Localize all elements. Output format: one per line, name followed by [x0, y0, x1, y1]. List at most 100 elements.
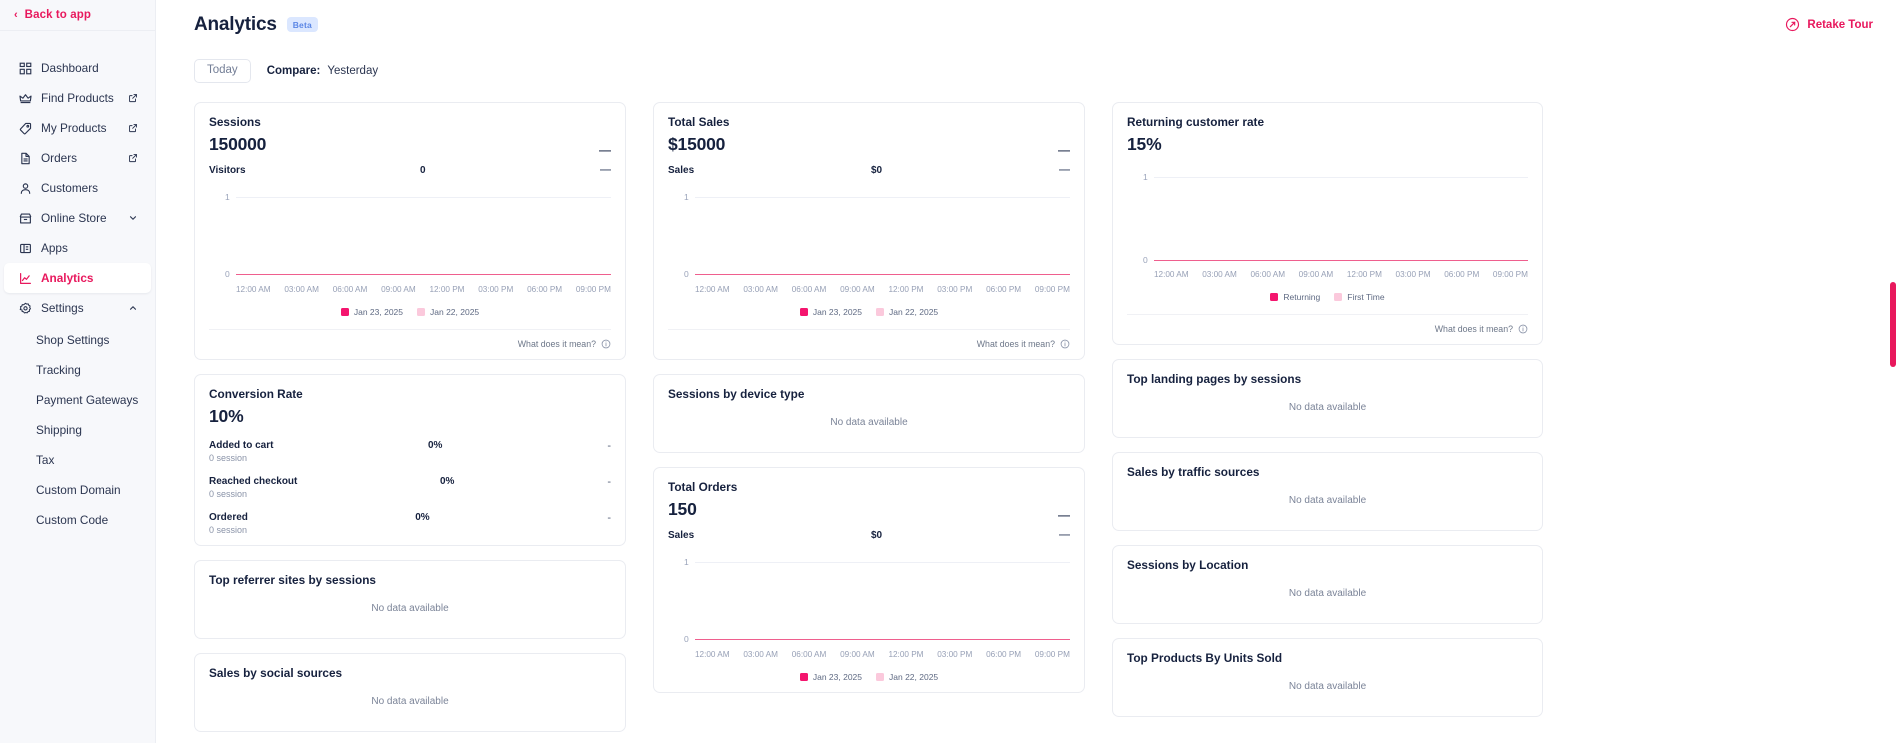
column-left: Sessions 150000 — Visitors 0 — 1 0 12:00… [194, 102, 626, 732]
external-link-icon[interactable] [127, 152, 139, 164]
x-tick: 03:00 PM [937, 285, 973, 294]
sidebar-item-label: Analytics [41, 271, 94, 285]
chevron-down-icon[interactable] [127, 212, 139, 224]
column-right: Returning customer rate 15% 1 0 12:00 AM… [1112, 102, 1543, 717]
legend-swatch [876, 673, 884, 681]
legend-item[interactable]: Jan 23, 2025 [799, 672, 862, 682]
sidebar-item-dashboard[interactable]: Dashboard [4, 53, 151, 83]
sidebar-item-online-store[interactable]: Online Store [4, 203, 151, 233]
y-tick-bottom: 0 [684, 634, 689, 644]
card-total-sales: Total Sales $15000 — Sales $0 — 1 0 12:0… [653, 102, 1085, 360]
sidebar-item-apps[interactable]: Apps [4, 233, 151, 263]
legend-label: Jan 22, 2025 [889, 672, 939, 682]
card-returning-customer-rate: Returning customer rate 15% 1 0 12:00 AM… [1112, 102, 1543, 345]
info-icon[interactable] [1060, 339, 1070, 349]
tag-icon [18, 121, 32, 135]
sidebar-subitem-payment-gateways[interactable]: Payment Gateways [0, 385, 155, 415]
card-title: Total Sales [668, 115, 730, 129]
sidebar-subitem-shipping[interactable]: Shipping [0, 415, 155, 445]
legend-item[interactable]: First Time [1334, 292, 1385, 302]
x-tick: 06:00 PM [1444, 270, 1480, 279]
card-title: Top referrer sites by sessions [209, 573, 376, 587]
x-tick: 09:00 AM [381, 285, 416, 294]
legend-item[interactable]: Jan 23, 2025 [799, 307, 862, 317]
y-tick-top: 1 [684, 557, 689, 567]
external-link-icon[interactable] [127, 122, 139, 134]
analytics-page: ‹ Back to app Dashboard Find Products My… [0, 0, 1897, 743]
chart-legend: Returning First Time [1127, 292, 1528, 302]
sidebar-item-customers[interactable]: Customers [4, 173, 151, 203]
sidebar-subitem-label: Custom Code [36, 513, 109, 527]
dashboard-grid: Sessions 150000 — Visitors 0 — 1 0 12:00… [156, 88, 1897, 732]
y-tick-top: 1 [225, 192, 230, 202]
chevron-up-icon[interactable] [127, 302, 139, 314]
metric-label: Sales [668, 164, 695, 176]
filter-bar: Today Compare: Yesterday [156, 54, 1897, 88]
x-tick: 03:00 PM [478, 285, 514, 294]
sidebar-subitem-shop-settings[interactable]: Shop Settings [0, 325, 155, 355]
x-tick: 12:00 PM [888, 285, 924, 294]
sidebar-subitem-custom-code[interactable]: Custom Code [0, 505, 155, 535]
sidebar-item-analytics[interactable]: Analytics [4, 263, 151, 293]
conversion-label-group: Reached checkout 0 session [209, 476, 297, 499]
x-tick: 12:00 AM [695, 285, 730, 294]
conversion-step-label: Reached checkout [209, 476, 298, 487]
sidebar-item-label: Dashboard [41, 61, 99, 75]
store-icon [18, 211, 32, 225]
page-header: Analytics Beta Retake Tour [156, 0, 1897, 49]
sidebar-item-label: Find Products [41, 91, 114, 105]
today-button[interactable]: Today [194, 59, 251, 83]
x-axis: 12:00 AM 03:00 AM 06:00 AM 09:00 AM 12:0… [695, 650, 1070, 659]
what-does-it-mean-label: What does it mean? [517, 339, 596, 349]
no-data-message: No data available [1288, 588, 1367, 599]
x-tick: 09:00 PM [1492, 270, 1528, 279]
external-link-icon[interactable] [127, 92, 139, 104]
document-icon [18, 151, 32, 165]
info-icon[interactable] [601, 339, 611, 349]
legend-item[interactable]: Jan 23, 2025 [340, 307, 403, 317]
conversion-label-group: Ordered 0 session [209, 512, 248, 535]
legend-item[interactable]: Jan 22, 2025 [417, 307, 479, 317]
card-footer[interactable]: What does it mean? [668, 329, 1070, 349]
card-footer[interactable]: What does it mean? [209, 329, 611, 349]
sidebar-item-orders[interactable]: Orders [4, 143, 151, 173]
info-icon[interactable] [1518, 324, 1528, 334]
legend-item[interactable]: Jan 22, 2025 [876, 672, 938, 682]
legend-item[interactable]: Returning [1270, 292, 1320, 302]
legend-label: Jan 23, 2025 [812, 672, 862, 682]
no-data-message: No data available [1288, 402, 1367, 413]
chart-baseline [236, 274, 611, 276]
apps-icon [18, 241, 32, 255]
sidebar-item-label: Orders [41, 151, 78, 165]
sidebar-item-find-products[interactable]: Find Products [4, 83, 151, 113]
sidebar-subitem-custom-domain[interactable]: Custom Domain [0, 475, 155, 505]
card-title: Sessions [209, 115, 261, 129]
metric-trend: — [600, 164, 611, 176]
retake-tour-button[interactable]: Retake Tour [1785, 17, 1873, 32]
card-sales-by-social-sources: Sales by social sources No data availabl… [194, 653, 626, 732]
card-conversion-rate: Conversion Rate 10% Added to cart 0 sess… [194, 374, 626, 546]
x-tick: 12:00 AM [1154, 270, 1189, 279]
card-title: Total Orders [668, 480, 738, 494]
card-footer[interactable]: What does it mean? [1127, 314, 1528, 334]
sidebar-item-settings[interactable]: Settings [4, 293, 151, 323]
card-title: Returning customer rate [1127, 115, 1265, 129]
sidebar-subitem-tracking[interactable]: Tracking [0, 355, 155, 385]
legend-swatch [417, 308, 425, 316]
legend-item[interactable]: Jan 22, 2025 [876, 307, 938, 317]
compare-control[interactable]: Compare: Yesterday [267, 65, 378, 77]
trend-dash: — [599, 143, 611, 157]
vertical-scrollbar-thumb[interactable] [1890, 282, 1896, 367]
conversion-step-sessions: 0 session [209, 453, 248, 463]
back-to-app-button[interactable]: ‹ Back to app [0, 0, 155, 31]
compare-value: Yesterday [327, 65, 379, 77]
chart-line-icon [18, 271, 32, 285]
legend-label: Jan 23, 2025 [812, 307, 862, 317]
card-title: Sessions by Location [1127, 558, 1249, 572]
conversion-step-sessions: 0 session [209, 489, 248, 499]
legend-swatch [799, 673, 808, 681]
sidebar-item-my-products[interactable]: My Products [4, 113, 151, 143]
chart-gridline [1154, 177, 1528, 178]
legend-swatch [1270, 293, 1279, 301]
sidebar-subitem-tax[interactable]: Tax [0, 445, 155, 475]
